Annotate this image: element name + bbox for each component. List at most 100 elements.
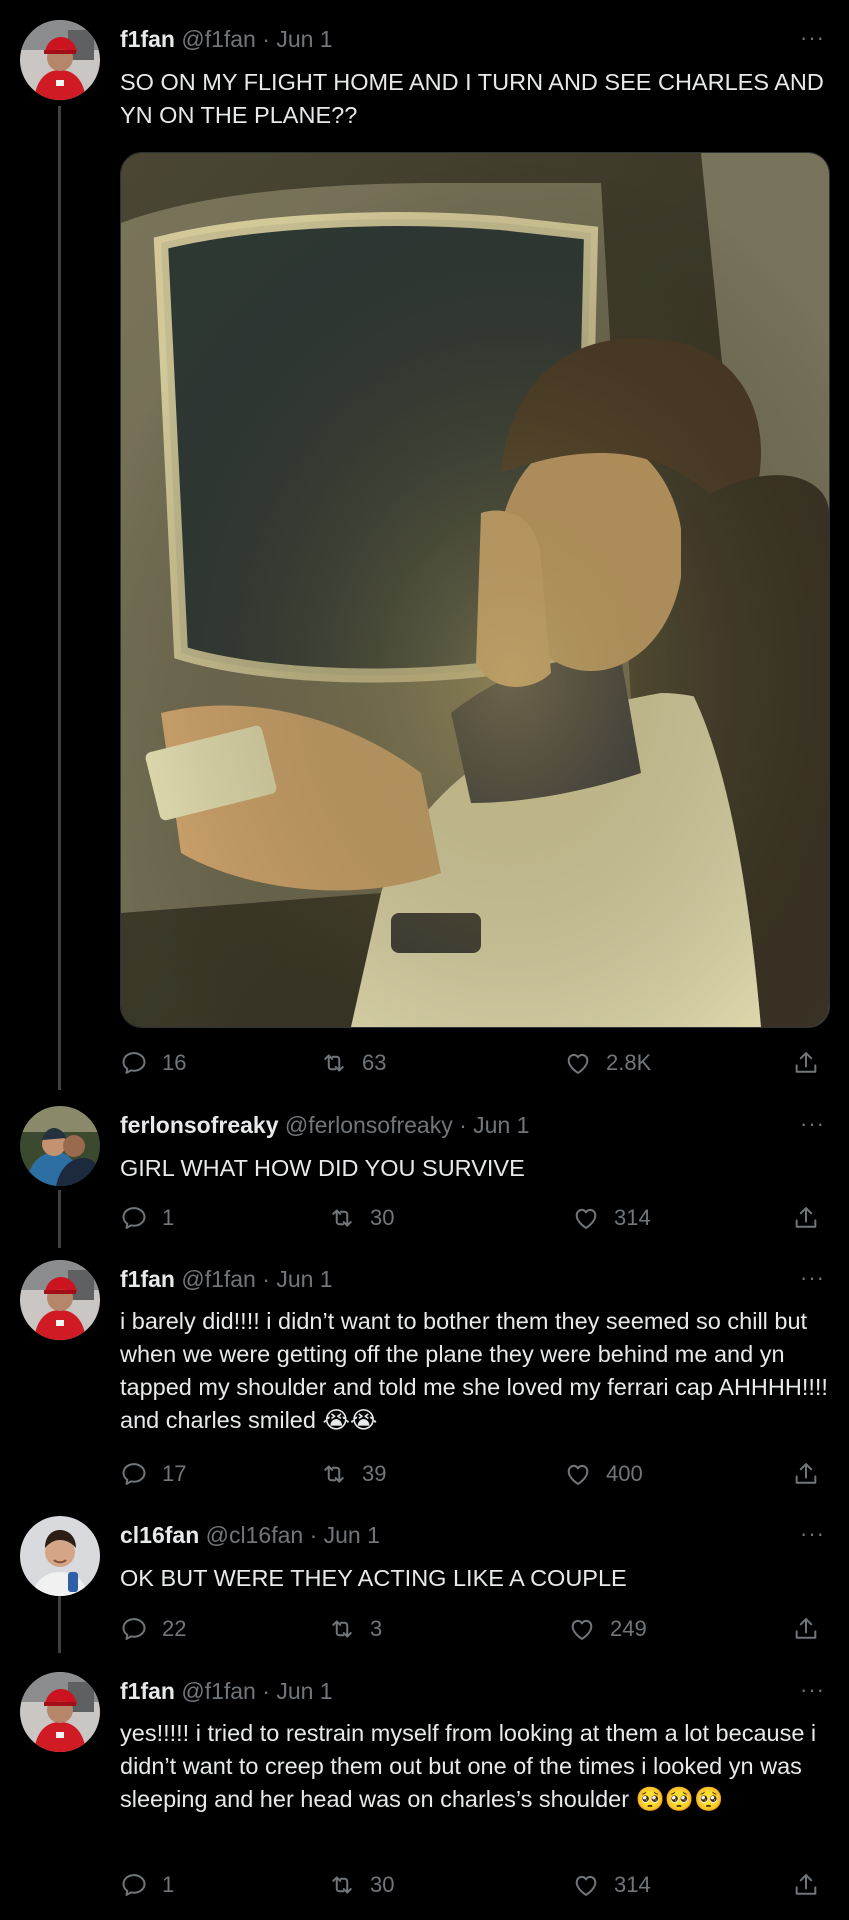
retweet-count: 3 [370, 1616, 383, 1641]
like-button[interactable]: 249 [568, 1612, 647, 1646]
share-button[interactable] [792, 1457, 834, 1491]
reply-icon [120, 1615, 148, 1643]
like-icon [572, 1204, 600, 1232]
reply-button[interactable]: 1 [120, 1868, 174, 1902]
retweet-count: 39 [362, 1461, 387, 1486]
share-button[interactable] [792, 1046, 834, 1080]
tweet-actions: 16 63 2.8K [120, 1046, 828, 1080]
separator-dot: · [309, 1522, 318, 1548]
reply-icon [120, 1204, 148, 1232]
retweet-button[interactable]: 39 [320, 1457, 386, 1491]
like-count: 314 [614, 1872, 651, 1897]
tweet-header: f1fan @f1fan · Jun 1 [120, 1264, 333, 1294]
tweet-1[interactable]: f1fan @f1fan · Jun 1 ··· SO ON MY FLIGHT… [0, 0, 849, 1090]
tweet-actions: 1 30 314 [120, 1201, 828, 1235]
like-count: 2.8K [606, 1050, 652, 1075]
like-button[interactable]: 2.8K [564, 1046, 651, 1080]
like-button[interactable]: 314 [572, 1868, 651, 1902]
reply-count: 1 [162, 1205, 175, 1230]
reply-button[interactable]: 1 [120, 1201, 174, 1235]
tweet-text: SO ON MY FLIGHT HOME AND I TURN AND SEE … [120, 69, 824, 128]
tweet-actions: 1 30 314 [120, 1868, 828, 1902]
avatar[interactable] [20, 1672, 100, 1752]
retweet-icon [328, 1204, 356, 1232]
share-icon [792, 1871, 820, 1899]
share-button[interactable] [792, 1612, 834, 1646]
tweet-header: ferlonsofreaky @ferlonsofreaky · Jun 1 [120, 1110, 529, 1140]
share-icon [792, 1204, 820, 1232]
retweet-icon [320, 1460, 348, 1488]
separator-dot: · [262, 1266, 270, 1292]
tweet-photo[interactable] [120, 152, 830, 1028]
more-icon[interactable]: ··· [800, 1267, 825, 1289]
separator-dot: · [262, 1678, 270, 1704]
reply-button[interactable]: 17 [120, 1457, 186, 1491]
tweet-3[interactable]: f1fan @f1fan · Jun 1 ··· i barely did!!!… [0, 1250, 849, 1500]
retweet-button[interactable]: 63 [320, 1046, 386, 1080]
username-handle[interactable]: @f1fan [181, 1678, 256, 1704]
username-handle[interactable]: @f1fan [181, 26, 256, 52]
like-icon [564, 1049, 592, 1077]
tweet-date[interactable]: Jun 1 [324, 1522, 380, 1548]
more-icon[interactable]: ··· [800, 1113, 825, 1135]
like-count: 314 [614, 1205, 651, 1230]
share-icon [792, 1615, 820, 1643]
avatar[interactable] [20, 1516, 100, 1596]
avatar[interactable] [20, 1260, 100, 1340]
username-handle[interactable]: @f1fan [181, 1266, 256, 1292]
separator-dot: · [262, 26, 270, 52]
more-icon[interactable]: ··· [800, 27, 825, 49]
retweet-icon [328, 1615, 356, 1643]
tweet-date[interactable]: Jun 1 [276, 1678, 332, 1704]
like-button[interactable]: 314 [572, 1201, 651, 1235]
username-handle[interactable]: @ferlonsofreaky [285, 1112, 453, 1138]
tweet-header: f1fan @f1fan · Jun 1 [120, 24, 333, 54]
like-count: 249 [610, 1616, 647, 1641]
retweet-button[interactable]: 30 [328, 1201, 394, 1235]
retweet-button[interactable]: 30 [328, 1868, 394, 1902]
tweet-text: yes!!!!! i tried to restrain myself from… [120, 1720, 817, 1812]
tweet-4[interactable]: cl16fan @cl16fan · Jun 1 ··· OK BUT WERE… [0, 1500, 849, 1660]
reply-icon [120, 1049, 148, 1077]
retweet-count: 30 [370, 1205, 395, 1230]
tweet-date[interactable]: Jun 1 [276, 26, 332, 52]
retweet-count: 30 [370, 1872, 395, 1897]
reply-count: 17 [162, 1461, 187, 1486]
tweet-2[interactable]: ferlonsofreaky @ferlonsofreaky · Jun 1 ·… [0, 1090, 849, 1250]
tweet-text: OK BUT WERE THEY ACTING LIKE A COUPLE [120, 1565, 627, 1591]
tweet-date[interactable]: Jun 1 [276, 1266, 332, 1292]
display-name[interactable]: f1fan [120, 1266, 175, 1292]
retweet-button[interactable]: 3 [328, 1612, 382, 1646]
display-name[interactable]: ferlonsofreaky [120, 1112, 279, 1138]
tweet-text: GIRL WHAT HOW DID YOU SURVIVE [120, 1155, 525, 1181]
display-name[interactable]: f1fan [120, 26, 175, 52]
reply-button[interactable]: 16 [120, 1046, 186, 1080]
share-icon [792, 1460, 820, 1488]
tweet-5[interactable]: f1fan @f1fan · Jun 1 ··· yes!!!!! i trie… [0, 1660, 849, 1920]
separator-dot: · [459, 1112, 467, 1138]
like-icon [564, 1460, 592, 1488]
tweet-date[interactable]: Jun 1 [473, 1112, 529, 1138]
reply-count: 1 [162, 1872, 175, 1897]
retweet-count: 63 [362, 1050, 387, 1075]
like-button[interactable]: 400 [564, 1457, 643, 1491]
tweet-header: f1fan @f1fan · Jun 1 [120, 1676, 333, 1706]
more-icon[interactable]: ··· [800, 1679, 825, 1701]
more-icon[interactable]: ··· [800, 1523, 825, 1545]
like-icon [572, 1871, 600, 1899]
tweet-actions: 22 3 249 [120, 1612, 828, 1646]
display-name[interactable]: f1fan [120, 1678, 175, 1704]
share-icon [792, 1049, 820, 1077]
reply-icon [120, 1871, 148, 1899]
reply-count: 16 [162, 1050, 187, 1075]
share-button[interactable] [792, 1868, 834, 1902]
reply-button[interactable]: 22 [120, 1612, 186, 1646]
reply-count: 22 [162, 1616, 187, 1641]
username-handle[interactable]: @cl16fan [206, 1522, 304, 1548]
avatar[interactable] [20, 1106, 100, 1186]
avatar[interactable] [20, 20, 100, 100]
like-icon [568, 1615, 596, 1643]
share-button[interactable] [792, 1201, 834, 1235]
retweet-icon [320, 1049, 348, 1077]
display-name[interactable]: cl16fan [120, 1522, 199, 1548]
